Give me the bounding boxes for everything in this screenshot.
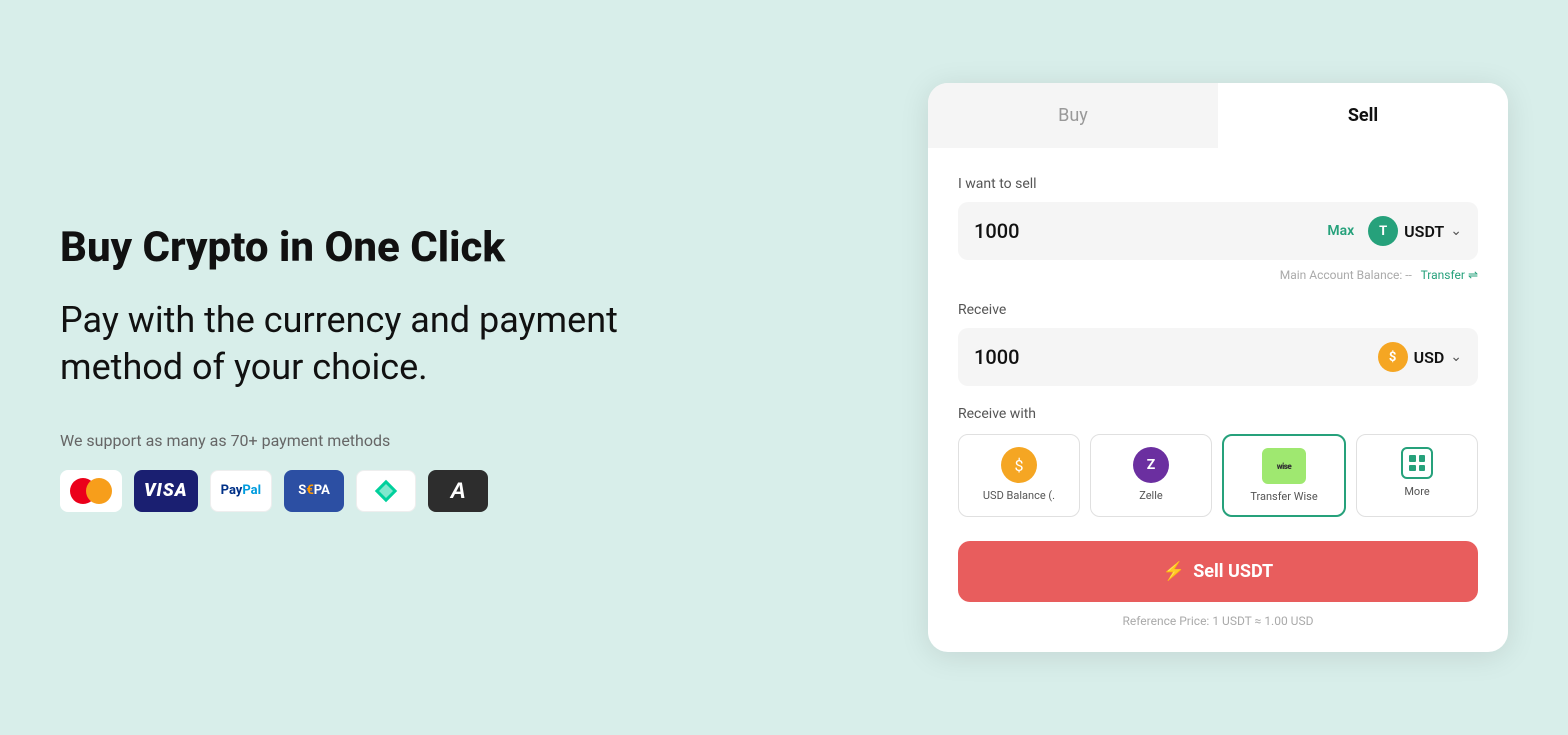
sell-button-label: Sell USDT: [1193, 561, 1273, 582]
payment-method-more[interactable]: More: [1356, 434, 1478, 517]
sell-field-label: I want to sell: [958, 176, 1478, 192]
tab-bar: Buy Sell: [928, 83, 1508, 148]
trade-widget: Buy Sell I want to sell Max T USDT ⌄ Mai…: [928, 83, 1508, 652]
tab-sell[interactable]: Sell: [1218, 83, 1508, 148]
sell-currency-selector[interactable]: T USDT ⌄: [1368, 216, 1462, 246]
mastercard-circles: [70, 478, 112, 504]
sub-heading: Pay with the currency and payment method…: [60, 297, 640, 391]
receive-with-label: Receive with: [958, 406, 1478, 422]
left-section: Buy Crypto in One Click Pay with the cur…: [60, 223, 640, 512]
receive-field-label: Receive: [958, 302, 1478, 318]
transferwise-label: Transfer Wise: [1250, 490, 1317, 503]
paypal-logo: PayPal: [210, 470, 272, 512]
appstore-logo: A: [428, 470, 488, 512]
tab-buy[interactable]: Buy: [928, 83, 1218, 148]
receive-currency-chevron: ⌄: [1450, 349, 1462, 365]
transfer-link[interactable]: Transfer ⇌: [1421, 268, 1478, 282]
receive-input-row: $ USD ⌄: [958, 328, 1478, 386]
balance-text: Main Account Balance: --: [1280, 268, 1412, 282]
sell-currency-chevron: ⌄: [1450, 223, 1462, 239]
usd-balance-label: USD Balance (.: [983, 489, 1055, 502]
sell-currency-label: USDT: [1404, 222, 1444, 241]
zelle-icon: Z: [1133, 447, 1169, 483]
sell-amount-input[interactable]: [974, 219, 1327, 243]
visa-logo: VISA: [134, 470, 198, 512]
widget-body: I want to sell Max T USDT ⌄ Main Account…: [928, 148, 1508, 652]
reference-price: Reference Price: 1 USDT ≈ 1.00 USD: [958, 614, 1478, 628]
bolt-icon: ⚡: [1163, 561, 1185, 582]
receive-currency-label: USD: [1414, 348, 1445, 367]
balance-row: Main Account Balance: -- Transfer ⇌: [958, 268, 1478, 282]
payment-method-zelle[interactable]: Z Zelle: [1090, 434, 1212, 517]
transfer-arrows-icon: ⇌: [1468, 268, 1478, 282]
reference-price-value: 1 USDT ≈ 1.00 USD: [1212, 614, 1313, 628]
wise-icon: wise: [1262, 448, 1306, 484]
max-button[interactable]: Max: [1327, 223, 1354, 239]
support-text: We support as many as 70+ payment method…: [60, 431, 640, 450]
payment-method-usd-balance[interactable]: $ USD Balance (.: [958, 434, 1080, 517]
zelle-label: Zelle: [1139, 489, 1163, 502]
paxful-diamond-svg: [372, 477, 400, 505]
reference-price-prefix: Reference Price:: [1123, 614, 1210, 628]
sell-input-row: Max T USDT ⌄: [958, 202, 1478, 260]
payment-method-transferwise[interactable]: wise Transfer Wise: [1222, 434, 1346, 517]
more-label: More: [1404, 485, 1429, 498]
paypal-text: PayPal: [221, 483, 261, 498]
usd-icon: $: [1378, 342, 1408, 372]
more-icon: [1401, 447, 1433, 479]
mastercard-icon: [60, 470, 122, 512]
paxful-logo: [356, 470, 416, 512]
payment-icons-row: VISA PayPal S€PA A: [60, 470, 640, 512]
sepa-logo: S€PA: [284, 470, 344, 512]
sell-button[interactable]: ⚡ Sell USDT: [958, 541, 1478, 602]
receive-amount-input[interactable]: [974, 345, 1378, 369]
mc-orange-circle: [86, 478, 112, 504]
main-heading: Buy Crypto in One Click: [60, 223, 640, 273]
usd-balance-icon: $: [1001, 447, 1037, 483]
usdt-icon: T: [1368, 216, 1398, 246]
receive-currency-selector[interactable]: $ USD ⌄: [1378, 342, 1462, 372]
payment-methods-row: $ USD Balance (. Z Zelle wise Transfer W…: [958, 434, 1478, 517]
